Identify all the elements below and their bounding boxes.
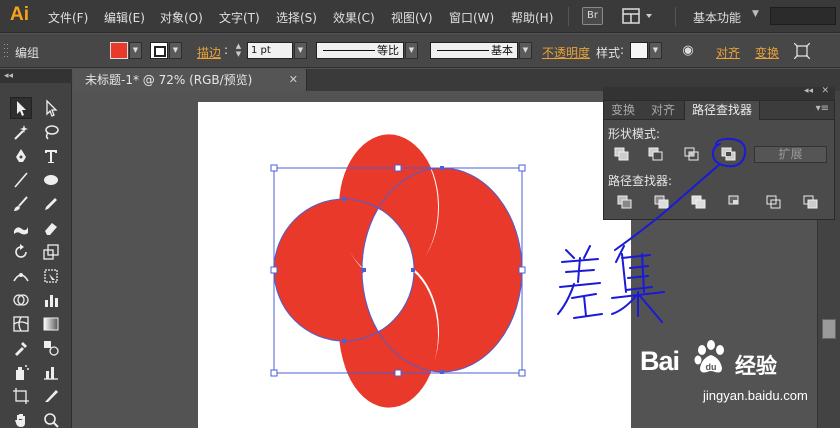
- pathfinder-panel: 变换 对齐 路径查找器 ▾≡ 形状模式: 扩展 路径查找器:: [603, 100, 835, 220]
- pathfinders-label: 路径查找器:: [608, 174, 673, 188]
- close-icon[interactable]: ✕: [821, 86, 829, 96]
- watermark-brand: Bai: [640, 346, 680, 376]
- panel-tab-bar: 变换 对齐 路径查找器 ▾≡: [604, 101, 834, 120]
- unite-button[interactable]: [612, 146, 632, 162]
- exclude-button[interactable]: [719, 146, 739, 162]
- panel-menu-icon[interactable]: ▾≡: [816, 103, 829, 114]
- merge-button[interactable]: [689, 194, 709, 210]
- expand-button[interactable]: 扩展: [754, 146, 827, 163]
- collapse-icon[interactable]: ◂◂: [804, 86, 813, 96]
- tab-transform[interactable]: 变换: [604, 101, 642, 120]
- trim-button[interactable]: [652, 194, 672, 210]
- tab-align[interactable]: 对齐: [644, 101, 682, 120]
- shape-modes-label: 形状模式:: [608, 127, 661, 141]
- minus-front-button[interactable]: [646, 146, 666, 162]
- watermark-brand-cn: 经验: [735, 354, 777, 378]
- crop-button[interactable]: [726, 194, 746, 210]
- intersect-button[interactable]: [682, 146, 702, 162]
- tab-pathfinder[interactable]: 路径查找器: [684, 101, 761, 120]
- svg-text:du: du: [706, 362, 717, 372]
- minus-back-button[interactable]: [801, 194, 821, 210]
- baidu-jingyan-watermark: Bai du 经验 jingyan.baidu.com: [640, 338, 840, 428]
- panel-dock-header: ◂◂ ✕: [603, 86, 835, 100]
- outline-button[interactable]: [764, 194, 784, 210]
- paw-logo-icon: du: [694, 340, 724, 373]
- divide-button[interactable]: [615, 194, 635, 210]
- watermark-url: jingyan.baidu.com: [703, 388, 808, 403]
